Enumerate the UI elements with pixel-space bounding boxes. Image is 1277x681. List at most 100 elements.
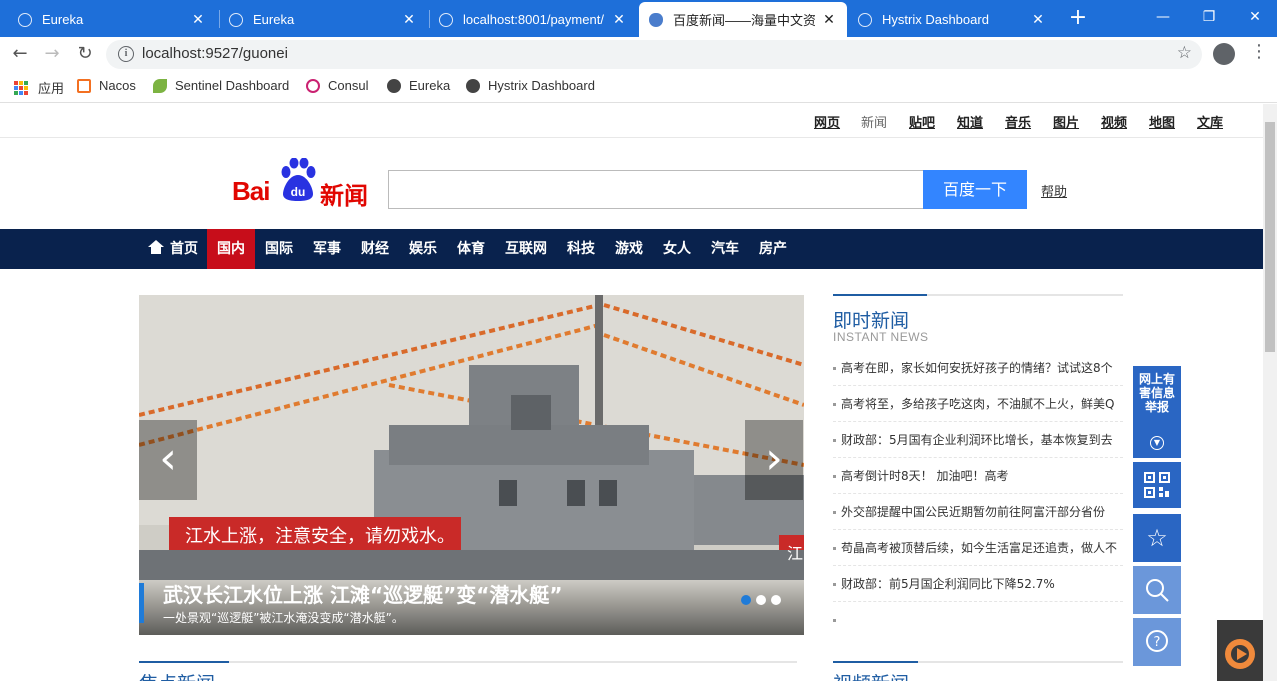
slide-banner-text: 江水上涨，注意安全，请勿戏水。 <box>185 526 455 547</box>
slider-prev-button[interactable]: ‹ <box>139 420 197 500</box>
bookmark-label: Eureka <box>409 78 451 93</box>
main-nav: 首页 国内 国际 军事 财经 娱乐 体育 互联网 科技 游戏 女人 汽车 房产 <box>0 229 1263 269</box>
top-link-web[interactable]: 网页 <box>814 112 840 131</box>
nav-item-qiche[interactable]: 汽车 <box>701 229 749 269</box>
slider-dot-2[interactable] <box>756 595 766 605</box>
bookmark-star-icon[interactable]: ☆ <box>1177 43 1192 63</box>
qr-code-button[interactable] <box>1133 462 1181 508</box>
nav-item-guonei[interactable]: 国内 <box>207 229 255 269</box>
bookmarks-bar: 应用 Nacos Sentinel Dashboard Consul Eurek… <box>0 71 1277 103</box>
browser-tab-hystrix[interactable]: Hystrix Dashboard ✕ <box>848 2 1056 37</box>
list-item[interactable]: 高考将至，多给孩子吃这肉，不油腻不上火，鲜美Q <box>833 386 1123 422</box>
top-link-video[interactable]: 视频 <box>1101 112 1127 131</box>
top-link-images[interactable]: 图片 <box>1053 112 1079 131</box>
browser-tab-payment[interactable]: localhost:8001/payment/ ✕ <box>429 2 637 37</box>
favorite-star-button[interactable]: ☆ <box>1133 514 1181 562</box>
top-link-news[interactable]: 新闻 <box>861 112 887 131</box>
reload-button[interactable]: ↻ <box>73 42 97 66</box>
list-item[interactable]: 财政部：5月国有企业利润环比增长，基本恢复到去 <box>833 422 1123 458</box>
question-bubble-icon: ? <box>1146 630 1168 652</box>
menu-dots-icon[interactable]: ⋮ <box>1250 41 1268 62</box>
headline-slider[interactable]: 江水上涨，注意安全，请勿戏水。 江 ‹ › 武汉长江水位上涨 江滩“巡逻艇”变“… <box>139 295 804 635</box>
browser-tab-eureka-1[interactable]: Eureka ✕ <box>8 2 216 37</box>
list-item[interactable]: 外交部提醒中国公民近期暂勿前往阿富汗部分省份 <box>833 494 1123 530</box>
bookmark-apps[interactable]: 应用 <box>14 78 64 97</box>
new-tab-button[interactable]: + <box>1066 6 1090 30</box>
help-link[interactable]: 帮助 <box>1041 181 1067 200</box>
close-icon[interactable]: ✕ <box>611 11 627 28</box>
address-bar[interactable]: i localhost:9527/guonei ☆ <box>106 40 1202 69</box>
page-scrollbar[interactable] <box>1263 104 1277 681</box>
apps-grid-icon <box>14 80 28 95</box>
slider-dot-1[interactable] <box>741 595 751 605</box>
search-float-button[interactable] <box>1133 566 1181 614</box>
back-button[interactable]: ← <box>8 42 32 66</box>
instant-news-title: 即时新闻 <box>833 310 910 332</box>
browser-tab-eureka-2[interactable]: Eureka ✕ <box>219 2 427 37</box>
tab-title: localhost:8001/payment/ <box>463 12 604 27</box>
minimize-button[interactable]: — <box>1140 5 1186 29</box>
nav-item-hulianwang[interactable]: 互联网 <box>495 229 557 269</box>
report-harmful-info-button[interactable]: 网上有害信息举报 ▼ <box>1133 366 1181 458</box>
maximize-button[interactable]: ❐ <box>1186 5 1232 29</box>
nav-item-keji[interactable]: 科技 <box>557 229 605 269</box>
tab-title: 百度新闻——海量中文资讯 <box>673 13 815 28</box>
nav-item-nvren[interactable]: 女人 <box>653 229 701 269</box>
slide-subtitle: 一处景观“巡逻艇”被江水淹没变成“潜水艇”。 <box>163 611 404 625</box>
bookmark-nacos[interactable]: Nacos <box>77 78 136 93</box>
top-link-wenku[interactable]: 文库 <box>1197 112 1223 131</box>
page-content: 网页 新闻 贴吧 知道 音乐 图片 视频 地图 文库 Bai du 新闻 百度一… <box>0 104 1263 681</box>
slider-dot-3[interactable] <box>771 595 781 605</box>
browser-toolbar: ← → ↻ i localhost:9527/guonei ☆ ⋮ <box>0 37 1277 71</box>
section-divider <box>833 661 1123 663</box>
nav-item-tiyu[interactable]: 体育 <box>447 229 495 269</box>
bookmark-sentinel[interactable]: Sentinel Dashboard <box>153 78 289 93</box>
close-window-button[interactable]: ✕ <box>1232 5 1277 29</box>
slide-caption[interactable]: 武汉长江水位上涨 江滩“巡逻艇”变“潜水艇” 一处景观“巡逻艇”被江水淹没变成“… <box>139 579 804 635</box>
bookmark-hystrix[interactable]: Hystrix Dashboard <box>466 78 595 93</box>
top-link-music[interactable]: 音乐 <box>1005 112 1031 131</box>
list-item[interactable]: 高考倒计时8天！ 加油吧！高考 <box>833 458 1123 494</box>
list-item[interactable]: 高考在即，家长如何安抚好孩子的情绪？试试这8个 <box>833 350 1123 386</box>
bookmark-consul[interactable]: Consul <box>306 78 368 93</box>
forward-button[interactable]: → <box>40 42 64 66</box>
nav-item-fangchan[interactable]: 房产 <box>749 229 797 269</box>
nav-item-youxi[interactable]: 游戏 <box>605 229 653 269</box>
scrollbar-thumb[interactable] <box>1265 122 1275 352</box>
nav-item-yule[interactable]: 娱乐 <box>399 229 447 269</box>
video-news-title: 视频新闻 <box>833 669 909 681</box>
close-icon[interactable]: ✕ <box>1030 11 1046 28</box>
profile-avatar-icon[interactable] <box>1213 43 1235 65</box>
baidu-news-logo[interactable]: Bai du 新闻 <box>232 156 372 210</box>
top-link-tieba[interactable]: 贴吧 <box>909 112 935 131</box>
nav-item-home[interactable]: 首页 <box>140 229 206 269</box>
url-text[interactable]: localhost:9527/guonei <box>142 45 288 62</box>
search-input[interactable] <box>388 170 924 209</box>
close-icon[interactable]: ✕ <box>190 11 206 28</box>
close-icon[interactable]: ✕ <box>821 11 837 28</box>
search-button[interactable]: 百度一下 <box>923 170 1027 209</box>
browser-tab-baidu-news[interactable]: 百度新闻——海量中文资讯 ✕ <box>639 2 847 37</box>
bookmark-label: Sentinel Dashboard <box>175 78 290 93</box>
top-link-map[interactable]: 地图 <box>1149 112 1175 131</box>
bookmark-eureka[interactable]: Eureka <box>387 78 450 93</box>
list-item[interactable]: 财政部：前5月国企利润同比下降52.7% <box>833 566 1123 602</box>
media-player-badge[interactable] <box>1217 620 1263 681</box>
svg-text:?: ? <box>1154 635 1161 650</box>
nav-item-guoji[interactable]: 国际 <box>255 229 303 269</box>
info-icon[interactable]: i <box>118 46 134 62</box>
baidu-top-links: 网页 新闻 贴吧 知道 音乐 图片 视频 地图 文库 <box>0 104 1263 138</box>
feedback-button[interactable]: ? <box>1133 618 1181 666</box>
browser-tab-strip: Eureka ✕ Eureka ✕ localhost:8001/payment… <box>0 0 1277 37</box>
list-item[interactable] <box>833 602 1123 638</box>
tab-title: Hystrix Dashboard <box>882 12 989 27</box>
nav-item-caijing[interactable]: 财经 <box>351 229 399 269</box>
slider-next-button[interactable]: › <box>745 420 803 500</box>
tab-title: Eureka <box>42 12 84 27</box>
list-item[interactable]: 苟晶高考被顶替后续，如今生活富足还追责，做人不 <box>833 530 1123 566</box>
close-icon[interactable]: ✕ <box>401 11 417 28</box>
top-link-zhidao[interactable]: 知道 <box>957 112 983 131</box>
baidu-paw-icon <box>649 12 663 27</box>
slide-title[interactable]: 武汉长江水位上涨 江滩“巡逻艇”变“潜水艇” <box>163 579 563 608</box>
nav-item-junshi[interactable]: 军事 <box>303 229 351 269</box>
